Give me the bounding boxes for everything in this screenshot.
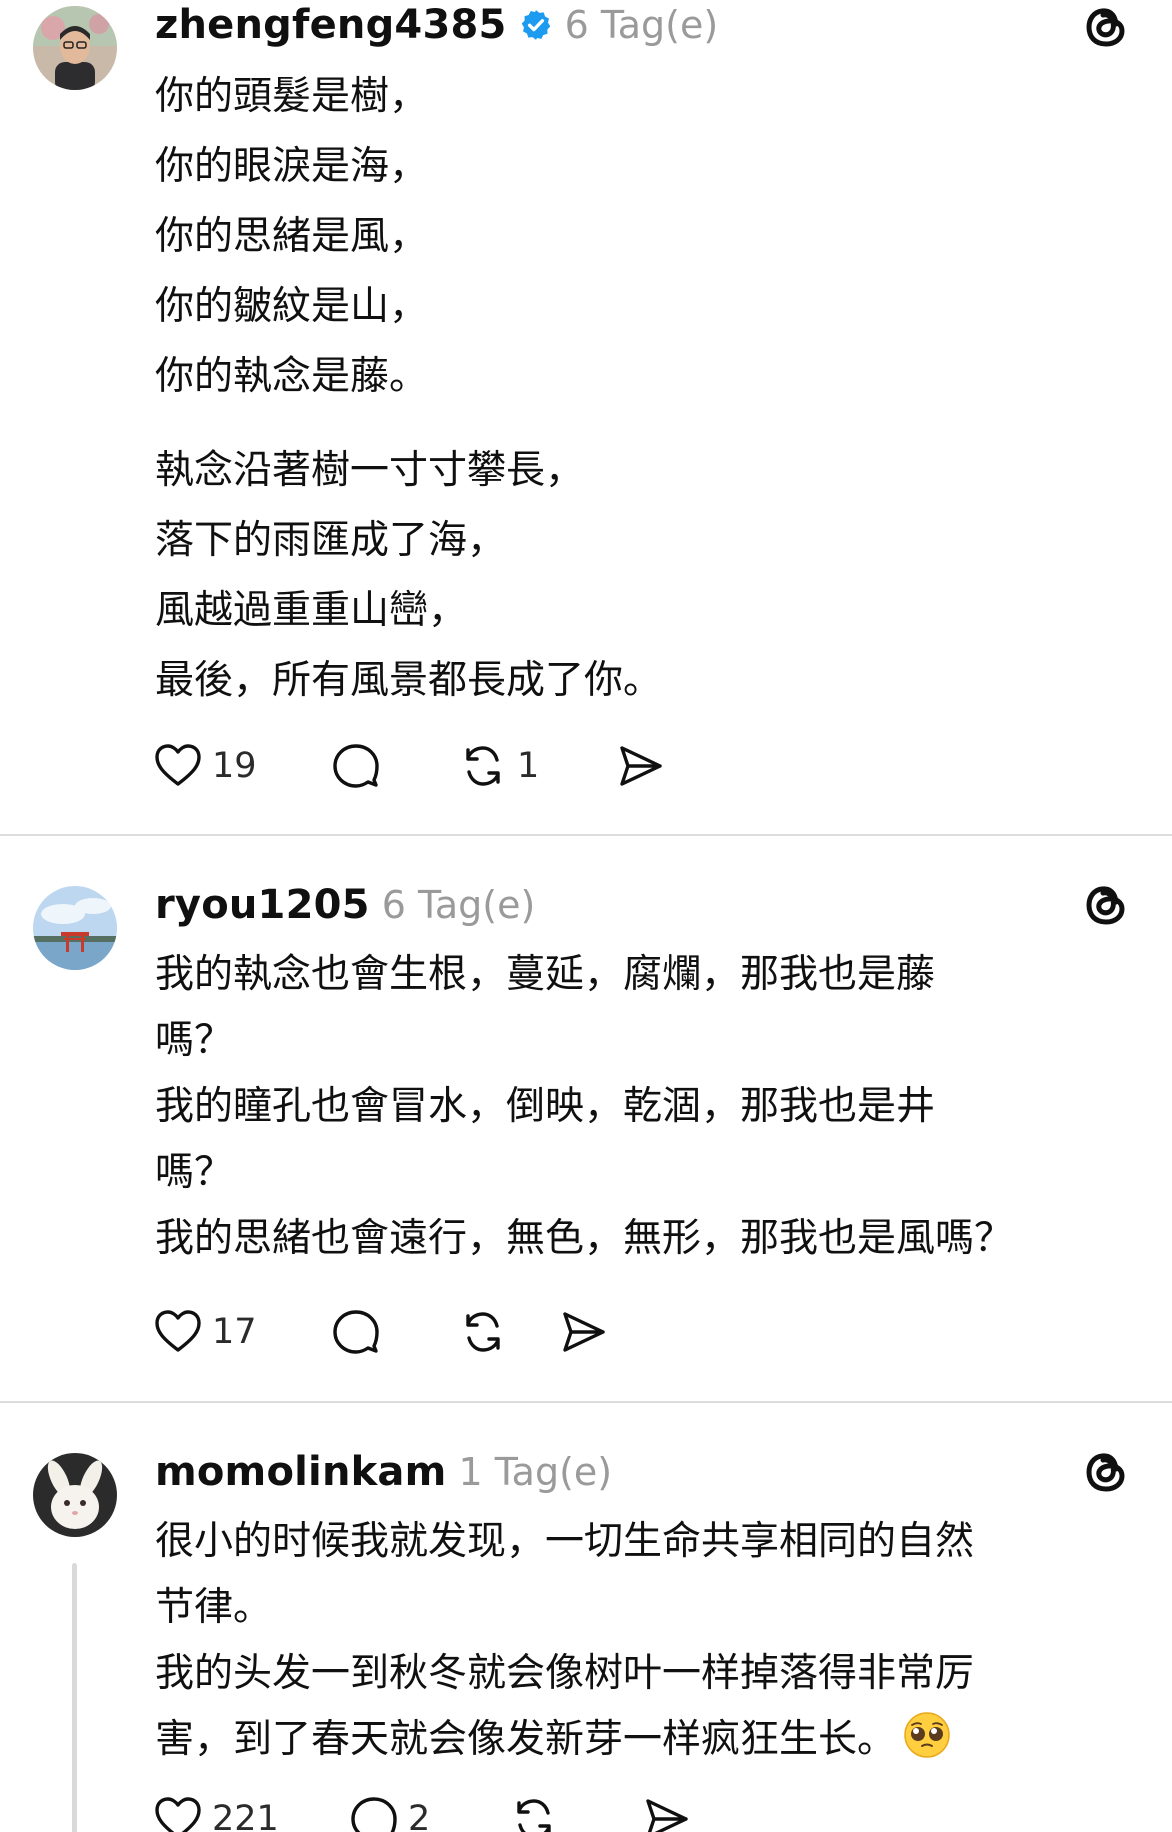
repost-button[interactable]	[508, 1793, 640, 1832]
like-count: 19	[212, 746, 257, 786]
threads-icon[interactable]	[1080, 878, 1132, 930]
post-text-line: 落下的雨匯成了海，	[155, 518, 507, 563]
username[interactable]: zhengfeng4385	[155, 2, 507, 48]
comment-icon	[351, 1797, 397, 1832]
post-text-line: 我的執念也會生根，蔓延，腐爛，那我也是藤	[155, 952, 936, 997]
post-text-line: 节律。	[155, 1585, 273, 1630]
post-actions: 17	[152, 1302, 609, 1362]
post-text-line: 最後，所有風景都長成了你。	[155, 658, 663, 703]
share-button[interactable]	[640, 1793, 692, 1832]
repost-icon	[517, 1799, 551, 1832]
post-text-line: 我的瞳孔也會冒水，倒映，乾涸，那我也是井	[155, 1084, 936, 1129]
pleading-face-emoji	[904, 1712, 950, 1758]
share-icon	[620, 746, 662, 786]
post-text-line: 很小的时候我就发现，一切生命共享相同的自然	[155, 1519, 975, 1564]
repost-icon	[466, 746, 500, 786]
comment-count: 2	[408, 1799, 431, 1832]
username[interactable]: momolinkam	[155, 1449, 447, 1495]
comment-button[interactable]	[330, 1306, 457, 1358]
post-body: 你的頭髮是樹， 你的眼淚是海， 你的思緒是風， 你的皺紋是山， 你的執念是藤。 …	[155, 62, 1145, 716]
post-actions: 19 1	[152, 736, 666, 796]
post-text-span: 我的头发一到秋冬就会像树叶一样掉落得非常厉	[155, 1651, 975, 1696]
like-button[interactable]: 221	[152, 1793, 348, 1832]
post-body: 我的執念也會生根，蔓延，腐爛，那我也是藤 嗎？ 我的瞳孔也會冒水，倒映，乾涸，那…	[155, 942, 1145, 1272]
post-text-line: 你的眼淚是海，	[155, 144, 429, 189]
post-header: momolinkam 1 Tag(e)	[155, 1449, 612, 1495]
comment-icon	[333, 744, 379, 788]
repost-button[interactable]	[457, 1306, 557, 1358]
threads-icon[interactable]	[1080, 1445, 1132, 1497]
like-button[interactable]: 17	[152, 1306, 330, 1358]
post-text-line: 執念沿著樹一寸寸攀長，	[155, 448, 585, 493]
verified-badge-icon	[519, 8, 553, 42]
repost-count: 1	[517, 746, 540, 786]
post-text-line: 你的頭髮是樹，	[155, 74, 429, 119]
heart-icon	[155, 1797, 201, 1832]
share-button[interactable]	[557, 1306, 609, 1358]
post-header: zhengfeng4385 6 Tag(e)	[155, 2, 718, 48]
share-icon	[646, 1799, 688, 1832]
heart-icon	[155, 1310, 201, 1352]
share-icon	[563, 1312, 605, 1352]
avatar[interactable]	[33, 886, 117, 970]
post-text-line: 風越過重重山巒，	[155, 588, 468, 633]
like-count: 221	[212, 1799, 279, 1832]
post-time: 1 Tag(e)	[458, 1450, 613, 1494]
post-text-span: 害，到了春天就会像发新芽一样疯狂生长。	[155, 1717, 897, 1762]
post-ryou1205[interactable]: ryou1205 6 Tag(e) 我的執念也會生根，蔓延，腐爛，那我也是藤 嗎…	[0, 836, 1172, 1401]
post-text-line: 你的思緒是風，	[155, 214, 429, 259]
post-actions: 221 2	[152, 1789, 692, 1832]
comment-button[interactable]: 2	[348, 1793, 508, 1832]
repost-icon	[466, 1312, 500, 1352]
post-text-line: 嗎？	[155, 1018, 234, 1063]
post-body: 很小的时候我就发现，一切生命共享相同的自然 节律。 我的头发一到秋冬就会像树叶一…	[155, 1509, 1145, 1773]
post-time: 6 Tag(e)	[381, 883, 536, 927]
threads-feed: zhengfeng4385 6 Tag(e) 你的頭髮是樹， 你的眼淚是海， 你…	[0, 0, 1172, 1832]
threads-icon[interactable]	[1080, 0, 1132, 52]
post-text-line: 嗎？	[155, 1150, 234, 1195]
post-text-line: 你的執念是藤。	[155, 354, 429, 399]
post-text-line: 你的皺紋是山，	[155, 284, 429, 329]
like-count: 17	[212, 1312, 257, 1352]
repost-button[interactable]: 1	[457, 740, 614, 792]
heart-icon	[155, 744, 201, 786]
post-text-line: 我的头发一到秋冬就会像树叶一样掉落得非常厉	[155, 1641, 1145, 1707]
post-text-line: 我的思緒也會遠行，無色，無形，那我也是風嗎？	[155, 1216, 1014, 1261]
thread-connector-line	[72, 1563, 77, 1832]
username[interactable]: ryou1205	[155, 882, 370, 928]
post-text-line: 害，到了春天就会像发新芽一样疯狂生长。	[155, 1707, 1145, 1773]
post-time: 6 Tag(e)	[564, 3, 719, 47]
post-momolinkam[interactable]: momolinkam 1 Tag(e) 很小的时候我就发现，一切生命共享相同的自…	[0, 1403, 1172, 1832]
like-button[interactable]: 19	[152, 740, 330, 792]
share-button[interactable]	[614, 740, 666, 792]
post-header: ryou1205 6 Tag(e)	[155, 882, 535, 928]
comment-icon	[333, 1310, 379, 1354]
comment-button[interactable]	[330, 740, 457, 792]
post-zhengfeng4385[interactable]: zhengfeng4385 6 Tag(e) 你的頭髮是樹， 你的眼淚是海， 你…	[0, 0, 1172, 834]
avatar[interactable]	[33, 1453, 117, 1537]
avatar[interactable]	[33, 6, 117, 90]
